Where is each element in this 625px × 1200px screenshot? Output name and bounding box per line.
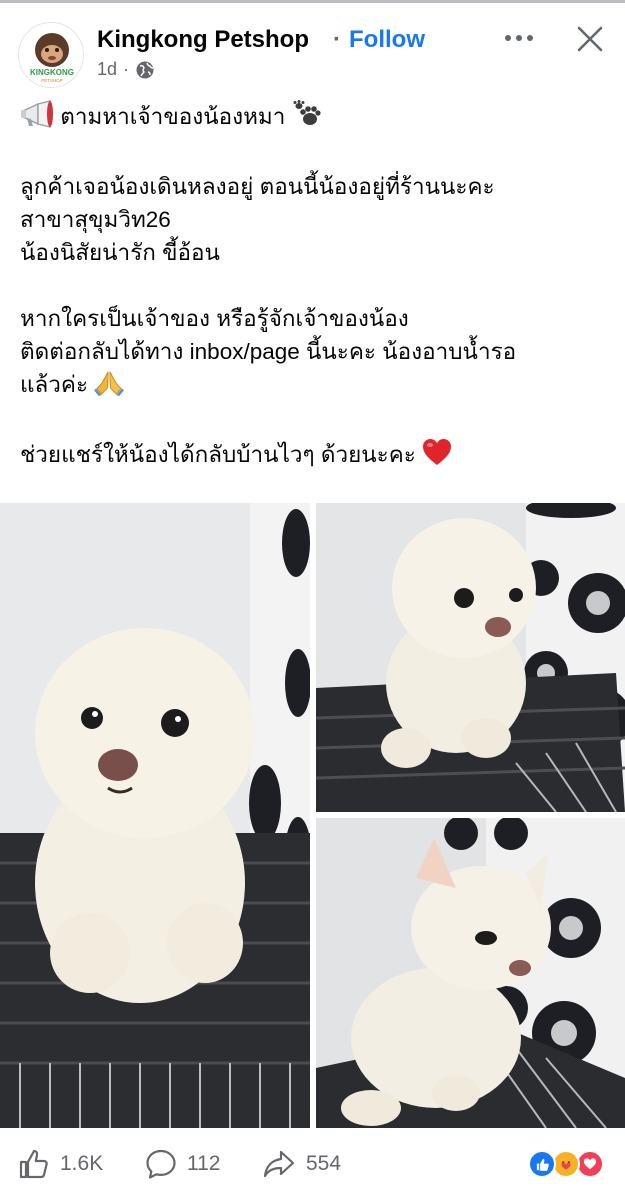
close-icon[interactable] [573, 22, 607, 56]
text-line-5: หากใครเป็นเจ้าของ หรือรู้จักเจ้าของน้อง [20, 306, 409, 331]
text-line-4: น้องนิสัยน่ารัก ขี้อ้อน [20, 240, 220, 265]
more-dot [516, 35, 522, 41]
red-heart-icon [422, 438, 452, 475]
post-header: KINGKONG PETSHOP Kingkong Petshop · Foll… [0, 14, 625, 90]
page-name[interactable]: Kingkong Petshop [97, 26, 309, 54]
post-text: ตามหาเจ้าของน้องหมา ลูกค้าเจอน้องเดินหลง… [20, 100, 610, 475]
text-line-1: ตามหาเจ้าของน้องหมา [60, 104, 286, 129]
dog-photo-1[interactable] [0, 503, 310, 1128]
kingkong-logo: KINGKONG PETSHOP [19, 23, 83, 87]
page-avatar[interactable]: KINGKONG PETSHOP [18, 22, 84, 88]
post-actions-bar: 1.6K 112 554 [0, 1128, 625, 1200]
like-icon [528, 1150, 556, 1178]
text-line-3: สาขาสุขุมวิท26 [20, 207, 171, 232]
post-time[interactable]: 1d [97, 59, 117, 80]
logo-bottom-text: PETSHOP [41, 78, 63, 83]
dog-photo-2[interactable] [316, 503, 625, 812]
dog-photo-3[interactable] [316, 818, 625, 1128]
paw-prints-icon [292, 100, 322, 137]
love-icon [576, 1150, 604, 1178]
post-meta: 1d · [97, 59, 155, 80]
praying-hands-icon [94, 368, 125, 405]
logo-top-text: KINGKONG [30, 68, 74, 77]
care-icon [552, 1150, 580, 1178]
text-line-8: ช่วยแชร์ให้น้องได้กลับบ้านไวๆ ด้วยนะคะ [20, 442, 416, 467]
text-line: ตามหาเจ้าของน้องหมา [20, 100, 610, 137]
like-count: 1.6K [60, 1152, 104, 1175]
thumbs-up-icon [19, 1149, 48, 1179]
top-divider [0, 0, 625, 3]
share-button[interactable]: 554 [262, 1148, 341, 1180]
comment-icon [146, 1149, 176, 1179]
share-icon [263, 1150, 295, 1178]
text-line-6: ติดต่อกลับได้ทาง inbox/page นี้นะคะ น้อง… [20, 339, 517, 364]
name-separator: · [333, 26, 341, 53]
text-line-7: แล้วค่ะ [20, 372, 89, 397]
more-dot [505, 35, 511, 41]
comment-count: 112 [187, 1152, 221, 1175]
text-line-2: ลูกค้าเจอน้องเดินหลงอยู่ ตอนนี้น้องอยู่ท… [20, 174, 495, 199]
comment-button[interactable]: 112 [145, 1148, 220, 1180]
megaphone-icon [20, 100, 54, 137]
share-count: 554 [306, 1152, 342, 1175]
like-button[interactable]: 1.6K [18, 1148, 103, 1180]
follow-button[interactable]: Follow [349, 26, 425, 54]
text-line: แล้วค่ะ [20, 368, 610, 405]
more-options-button[interactable] [498, 28, 540, 48]
globe-icon [135, 60, 155, 80]
text-line: ช่วยแชร์ให้น้องได้กลับบ้านไวๆ ด้วยนะคะ [20, 438, 610, 475]
meta-separator: · [123, 59, 130, 79]
more-dot [527, 35, 533, 41]
reaction-summary[interactable] [528, 1150, 608, 1178]
